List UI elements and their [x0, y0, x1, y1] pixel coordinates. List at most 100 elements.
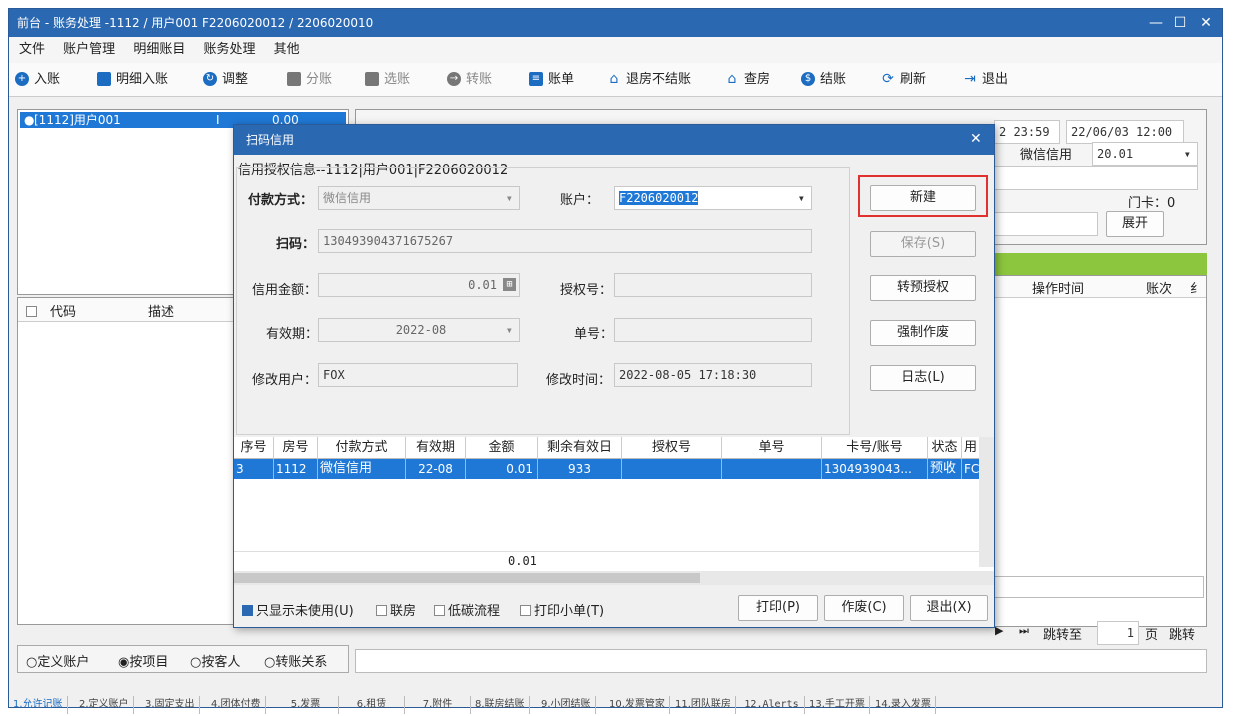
expand-button[interactable]: 展开	[1106, 211, 1164, 237]
print-button[interactable]: 打印(P)	[738, 595, 818, 621]
account-label: 账户：	[560, 193, 600, 208]
tab-team-linked-room[interactable]: 11.团队联房	[671, 696, 736, 714]
tab-linked-room-settle[interactable]: 8.联房结账	[471, 696, 530, 714]
grid-footer-field	[994, 576, 1204, 598]
select-all-checkbox[interactable]	[26, 306, 37, 317]
toolbar-transfer-button[interactable]: → 转账	[447, 63, 492, 97]
toolbar-bill-button[interactable]: ≡ 账单	[529, 63, 574, 97]
menu-file[interactable]: 文件	[19, 42, 45, 57]
row-days-left: 933	[538, 459, 622, 479]
valid-period-label: 有效期：	[266, 327, 319, 342]
checkout-icon: ⌂	[609, 70, 619, 87]
maximize-button[interactable]: ☐	[1169, 9, 1191, 37]
credit-grid-header: 序号 房号 付款方式 有效期 金额 剩余有效日 授权号 单号 卡号/账号 状态 …	[234, 437, 979, 459]
toolbar-exit-button[interactable]: ⇥ 退出	[963, 63, 1008, 97]
page-unit: 页	[1145, 628, 1159, 643]
tab-alerts[interactable]: 12.Alerts	[739, 696, 805, 714]
exit-button[interactable]: 退出(X)	[910, 595, 988, 621]
order-no-field[interactable]	[614, 318, 812, 342]
log-button[interactable]: 日志(L)	[870, 365, 976, 391]
tab-small-group-settle[interactable]: 9.小团结账	[537, 696, 596, 714]
pay-method-select[interactable]: 20.01 ▾	[1092, 142, 1198, 166]
toolbar: + 入账 明细入账 ↻ 调整 分账 选账 → 转账 ≡ 账单 ⌂ 退房不结账 ⌂ 查房 $ 结…	[9, 63, 1222, 97]
calculator-icon[interactable]: ⊞	[503, 278, 516, 291]
auth-no-field[interactable]	[614, 273, 812, 297]
toolbar-checkout-no-settle-button[interactable]: ⌂ 退房不结账	[607, 63, 691, 97]
menu-detail-items[interactable]: 明细账目	[133, 42, 185, 57]
page-input[interactable]: 1	[1097, 621, 1139, 645]
jump-button[interactable]: 跳转	[1169, 624, 1195, 643]
toolbar-split-button[interactable]: 分账	[287, 63, 332, 97]
scan-field[interactable]: 130493904371675267	[318, 229, 812, 253]
account-select[interactable]: F2206020012 ▾	[614, 186, 812, 210]
menu-account-processing[interactable]: 账务处理	[203, 42, 255, 57]
radio-transfer-relation[interactable]: ○转账关系	[264, 651, 327, 670]
checkout-time-field: 22/06/03 12:00	[1066, 120, 1184, 144]
tab-define-account[interactable]: 2.定义账户	[75, 696, 134, 714]
col-op-time: 操作时间	[1032, 282, 1085, 297]
last-page-icon[interactable]: ⏭	[1019, 624, 1029, 638]
col-code: 代码	[50, 305, 77, 320]
pay-method-label: 微信信用	[1020, 148, 1073, 163]
menu-account-mgmt[interactable]: 账户管理	[63, 42, 115, 57]
menu-other[interactable]: 其他	[274, 42, 300, 57]
plus-circle-icon: +	[15, 71, 29, 86]
next-page-icon[interactable]: ▶	[995, 624, 1003, 637]
chevron-down-icon: ▾	[797, 191, 805, 205]
modified-time-field: 2022-08-05 17:18:30	[614, 363, 812, 387]
linked-room-checkbox[interactable]: 联房	[376, 600, 416, 619]
low-carbon-checkbox[interactable]: 低碳流程	[434, 600, 500, 619]
depart-time-field: 2 23:59	[994, 120, 1060, 144]
tab-enter-invoice[interactable]: 14.录入发票	[871, 696, 936, 714]
toolbar-select-button[interactable]: 选账	[365, 63, 410, 97]
tab-invoice[interactable]: 5.发票	[273, 696, 339, 714]
valid-period-select[interactable]: 2022-08 ▾	[318, 318, 520, 342]
row-status: 预收	[930, 459, 962, 479]
radio-by-item[interactable]: ◉按项目	[118, 651, 168, 670]
chevron-down-icon: ▾	[505, 191, 513, 205]
view-mode-radios: ○定义账户 ◉按项目 ○按客人 ○转账关系	[17, 645, 349, 673]
grid-hscrollbar[interactable]	[234, 571, 994, 585]
tab-fixed-expense[interactable]: 3.固定支出	[141, 696, 200, 714]
save-button[interactable]: 保存(S)	[870, 231, 976, 257]
split-icon	[287, 71, 301, 86]
row-extra: FC	[964, 462, 979, 476]
toolbar-refresh-button[interactable]: ⟳ 刷新	[881, 63, 926, 97]
chevron-down-icon: ▾	[505, 323, 513, 337]
toolbar-adjust-button[interactable]: ↻ 调整	[203, 63, 248, 97]
grid-total-row: 0.01	[234, 551, 979, 571]
toolbar-detail-post-button[interactable]: 明细入账	[97, 63, 168, 97]
scan-credit-dialog: 扫码信用 ✕ 信用授权信息--1112|用户001|F2206020012 付款…	[233, 124, 995, 628]
toolbar-room-check-button[interactable]: ⌂ 查房	[725, 63, 770, 97]
minimize-button[interactable]: —	[1145, 9, 1167, 37]
dialog-close-icon[interactable]: ✕	[970, 131, 982, 147]
account-item-label: [1112]用户001	[34, 113, 121, 127]
only-unused-checkbox[interactable]: 只显示未使用(U)	[242, 600, 354, 619]
hscroll-thumb[interactable]	[234, 573, 700, 583]
tab-manual-invoice[interactable]: 13.手工开票	[805, 696, 870, 714]
radio-define-account[interactable]: ○定义账户	[26, 651, 89, 670]
card-icon	[97, 71, 111, 86]
radio-by-guest[interactable]: ○按客人	[190, 651, 240, 670]
close-window-button[interactable]: ✕	[1195, 9, 1217, 37]
modified-user-label: 修改用户：	[252, 373, 318, 388]
print-receipt-checkbox[interactable]: 打印小单(T)	[520, 600, 604, 619]
force-void-button[interactable]: 强制作废	[870, 320, 976, 346]
tab-attachment[interactable]: 7.附件	[405, 696, 471, 714]
credit-amount-field[interactable]: 0.01 ⊞	[318, 273, 520, 297]
row-amount: 0.01	[466, 459, 538, 479]
pay-method-select[interactable]: 微信信用 ▾	[318, 186, 520, 210]
toolbar-settle-button[interactable]: $ 结账	[801, 63, 846, 97]
pay-method-label: 付款方式：	[248, 193, 314, 208]
tab-invoice-manager[interactable]: 10.发票管家	[605, 696, 670, 714]
row-room: 1112	[276, 459, 318, 479]
toolbar-post-button[interactable]: + 入账	[15, 63, 60, 97]
tab-allow-posting[interactable]: 1.允许记账	[9, 696, 68, 714]
grid-vscrollbar[interactable]	[979, 437, 994, 567]
tab-lease[interactable]: 6.租赁	[339, 696, 405, 714]
void-button[interactable]: 作废(C)	[824, 595, 904, 621]
pre-auth-button[interactable]: 转预授权	[870, 275, 976, 301]
tab-group-pay[interactable]: 4.团体付费	[207, 696, 266, 714]
window-title: 前台 - 账务处理 -1112 / 用户001 F2206020012 / 22…	[9, 9, 1222, 37]
remark-field[interactable]	[994, 212, 1098, 236]
